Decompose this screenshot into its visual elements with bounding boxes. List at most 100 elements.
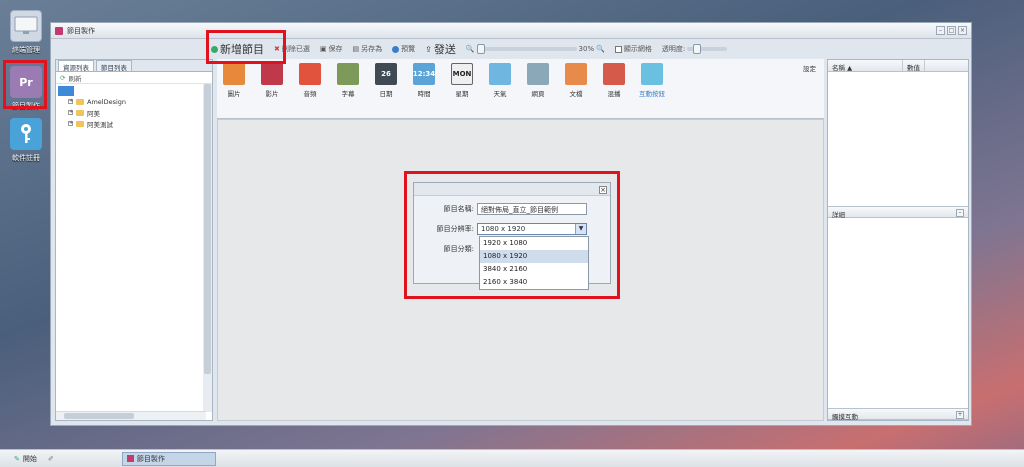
resolution-label: 節目分辨率: xyxy=(436,225,474,233)
save-as-button[interactable]: ▤ 另存為 xyxy=(353,44,383,54)
ribbon-item[interactable]: 互動按鈕 xyxy=(639,63,665,98)
restore-button[interactable]: □ xyxy=(947,26,956,35)
chevron-down-icon[interactable]: ▼ xyxy=(575,224,586,234)
save-button[interactable]: ▣ 保存 xyxy=(320,44,343,54)
send-icon: ⇪ xyxy=(425,44,432,54)
ribbon-item-icon: 26 xyxy=(375,63,397,85)
ribbon-item-label: 網頁 xyxy=(531,90,545,98)
ribbon-item[interactable]: 混播 xyxy=(601,63,627,98)
resolution-option[interactable]: 3840 x 2160 xyxy=(480,263,588,276)
tree-item[interactable]: + 阿美測試 xyxy=(56,118,212,129)
tab-resource-list[interactable]: 資源列表 xyxy=(58,60,94,72)
vertical-scrollbar[interactable] xyxy=(203,84,212,412)
ribbon-item-icon xyxy=(603,63,625,85)
resource-panel: 資源列表 節目列表 ⟳ 刷新 + AmelDesign + 阿美 + 阿美測試 xyxy=(55,59,213,421)
settings-label[interactable]: 設定 xyxy=(803,63,816,73)
tab-program-list[interactable]: 節目列表 xyxy=(96,60,132,72)
opacity-control: 透明度: xyxy=(662,44,728,54)
zoom-value: 30% xyxy=(578,45,595,53)
ribbon-item-icon xyxy=(641,63,663,85)
preview-icon xyxy=(392,45,400,53)
resolution-option[interactable]: 1920 x 1080 xyxy=(480,237,588,250)
minimize-button[interactable]: – xyxy=(936,26,945,35)
ribbon-item-icon xyxy=(565,63,587,85)
program-name-label: 節目名稱: xyxy=(443,205,474,213)
resolution-option[interactable]: 2160 x 3840 xyxy=(480,276,588,289)
app-icon xyxy=(126,455,134,462)
expand-icon[interactable]: + xyxy=(956,411,964,419)
window-titlebar[interactable]: 節目製作 xyxy=(51,23,971,39)
checkbox-icon xyxy=(614,45,622,53)
app-icon xyxy=(55,26,63,35)
preview-button[interactable]: 預覽 xyxy=(392,44,415,54)
dialog-close-button[interactable]: × xyxy=(599,186,607,194)
ribbon-item-icon xyxy=(489,63,511,85)
properties-panel: 名稱 ▲ 數值 詳細 – 觸摸互動 + xyxy=(827,59,969,421)
ribbon-item[interactable]: 12:34 時間 xyxy=(411,63,437,98)
ribbon-item[interactable]: 文檔 xyxy=(563,63,589,98)
property-name-column[interactable]: 名稱 ▲ xyxy=(828,60,903,72)
ribbon-item[interactable]: 網頁 xyxy=(525,63,551,98)
ribbon-item-label: 圖片 xyxy=(227,90,241,98)
refresh-button[interactable]: ⟳ 刷新 xyxy=(56,72,212,84)
save-as-icon: ▤ xyxy=(352,45,360,53)
resolution-select[interactable]: 1080 x 1920 ▼ xyxy=(477,223,587,235)
ribbon-item-label: 字幕 xyxy=(341,90,355,98)
ribbon-item[interactable]: 26 日期 xyxy=(373,63,399,98)
ribbon-item[interactable]: 天氣 xyxy=(487,63,513,98)
start-button[interactable]: ✎ 開始 xyxy=(0,454,48,464)
taskbar: ✎ 開始 ✐ 節目製作 xyxy=(0,449,1024,467)
details-section-header[interactable]: 詳細 – xyxy=(828,206,968,219)
ribbon-item-label: 音頻 xyxy=(303,90,317,98)
element-ribbon: 圖片 影片 音頻 字幕 26 日期 12:34 時間 MON 星期 天氣 網頁 文檔 混播 互動按鈕 xyxy=(217,59,824,133)
dialog-titlebar[interactable] xyxy=(414,183,610,196)
ribbon-item-icon xyxy=(527,63,549,85)
category-label: 節目分類: xyxy=(443,245,474,253)
desktop-icon-label: 軟件註冊 xyxy=(12,154,40,162)
zoom-out-icon[interactable]: 🔍 xyxy=(466,45,475,53)
zoom-control: 🔍 30% 🔍 xyxy=(466,44,605,54)
ribbon-item-icon xyxy=(223,63,245,85)
key-icon xyxy=(10,118,42,150)
program-name-input[interactable]: 絕對佈局_直立_節目範例 xyxy=(477,203,587,215)
ribbon-item-label: 文檔 xyxy=(569,90,583,98)
highlight-new-program xyxy=(206,30,286,64)
ribbon-item[interactable]: MON 星期 xyxy=(449,63,475,98)
ribbon-item[interactable]: 音頻 xyxy=(297,63,323,98)
edit-icon[interactable]: ✐ xyxy=(48,455,54,463)
resolution-option[interactable]: 1080 x 1920 xyxy=(480,250,588,263)
ribbon-item-icon xyxy=(337,63,359,85)
tree-item[interactable]: + 阿美 xyxy=(56,107,212,118)
expand-icon[interactable]: + xyxy=(68,121,73,126)
opacity-slider[interactable] xyxy=(687,44,728,54)
resolution-dropdown: 1920 x 1080 1080 x 1920 3840 x 2160 2160 x … xyxy=(479,236,589,290)
desktop-icon-terminal-management[interactable]: 終端管理 xyxy=(6,10,46,55)
expand-icon[interactable]: + xyxy=(68,99,73,104)
horizontal-scrollbar[interactable] xyxy=(56,411,206,420)
send-button[interactable]: ⇪ 發送 xyxy=(425,41,456,57)
zoom-in-icon[interactable]: 🔍 xyxy=(596,45,605,53)
ribbon-item[interactable]: 字幕 xyxy=(335,63,361,98)
highlight-program-production xyxy=(3,60,47,109)
ribbon-item-label: 天氣 xyxy=(493,90,507,98)
property-value-column[interactable]: 數值 xyxy=(903,60,925,72)
save-icon: ▣ xyxy=(319,45,327,53)
tree-root-node[interactable] xyxy=(58,86,74,96)
collapse-icon[interactable]: – xyxy=(956,209,964,217)
taskbar-task-program-production[interactable]: 節目製作 xyxy=(121,451,216,466)
ribbon-item-label: 星期 xyxy=(455,90,469,98)
desktop-icon-software-registration[interactable]: 軟件註冊 xyxy=(6,118,46,163)
close-button[interactable]: × xyxy=(958,26,967,35)
zoom-slider[interactable] xyxy=(476,44,577,54)
show-grid-checkbox[interactable]: 顯示網格 xyxy=(614,44,652,54)
touch-event-section-header[interactable]: 觸摸互動 + xyxy=(828,408,968,421)
ribbon-item-icon xyxy=(261,63,283,85)
ribbon-item[interactable]: 影片 xyxy=(259,63,285,98)
tree-item[interactable]: + AmelDesign xyxy=(56,96,212,107)
monitor-icon xyxy=(10,10,42,42)
ribbon-item-label: 互動按鈕 xyxy=(639,90,665,98)
folder-icon xyxy=(76,120,84,127)
expand-icon[interactable]: + xyxy=(68,110,73,115)
ribbon-item[interactable]: 圖片 xyxy=(221,63,247,98)
folder-icon xyxy=(76,98,84,105)
